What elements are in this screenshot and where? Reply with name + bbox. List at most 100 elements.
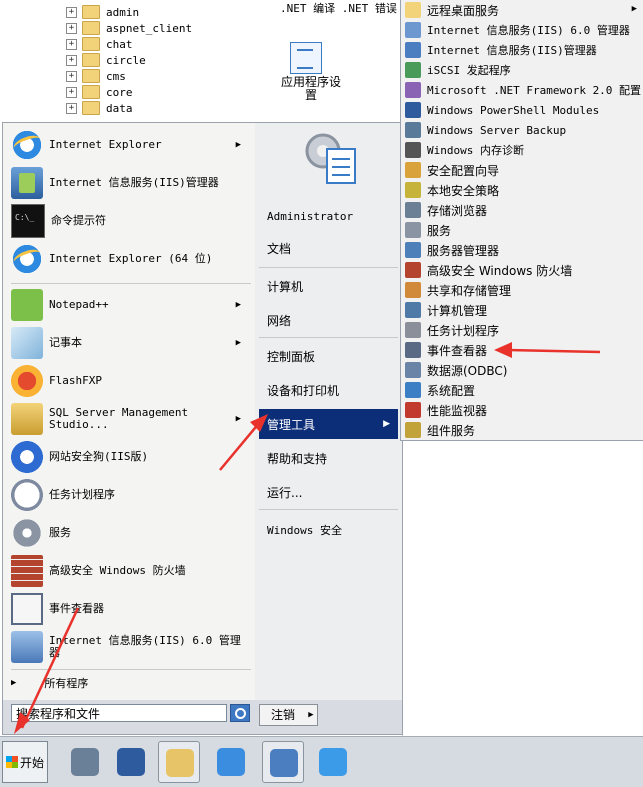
start-menu-place-item[interactable]: 控制面板 <box>259 341 398 371</box>
start-menu-item[interactable]: FlashFXP <box>11 363 251 399</box>
submenu-arrow-icon: ▶ <box>383 419 390 429</box>
folder-icon <box>82 37 100 51</box>
taskbar-button[interactable] <box>158 741 200 783</box>
search-icon[interactable] <box>230 704 250 722</box>
tree-folder-row[interactable]: + data <box>66 100 133 116</box>
application-settings-icon[interactable] <box>290 42 322 74</box>
taskbar-button[interactable] <box>64 741 106 783</box>
powershell-icon <box>405 102 421 118</box>
taskbar-button[interactable] <box>110 741 152 783</box>
shutdown-options-arrow-icon[interactable]: ▶ <box>305 704 318 726</box>
admin-tool-item[interactable]: 共享和存储管理 <box>403 280 641 300</box>
expand-plus-icon[interactable]: + <box>66 102 77 114</box>
tree-folder-row[interactable]: + aspnet_client <box>66 20 192 36</box>
start-menu-place-item[interactable]: 网络 <box>259 305 398 335</box>
start-menu-place-item[interactable]: 计算机 <box>259 271 398 301</box>
application-settings-label[interactable]: 应用程序设置 <box>276 76 346 102</box>
admin-tool-item[interactable]: 数据源(ODBC) <box>403 360 641 380</box>
start-menu-item[interactable]: 命令提示符 <box>11 203 251 239</box>
start-menu-item[interactable]: 记事本 ▶ <box>11 325 251 361</box>
start-menu-item[interactable]: Notepad++ ▶ <box>11 287 251 323</box>
tree-folder-label: chat <box>106 37 133 51</box>
admin-tool-item[interactable]: 系统配置 <box>403 380 641 400</box>
start-menu-place-item[interactable]: Windows 安全 <box>259 515 398 545</box>
event-viewer-icon <box>405 342 421 358</box>
start-menu-item-label: 服务 <box>49 526 71 539</box>
admin-tool-item[interactable]: 服务器管理器 <box>403 240 641 260</box>
flashfxp-icon <box>11 365 43 397</box>
admin-tool-item[interactable]: Windows Server Backup <box>403 120 641 140</box>
admin-tool-item[interactable]: 组件服务 <box>403 420 641 440</box>
start-menu-item[interactable]: Internet Explorer ▶ <box>11 127 251 163</box>
admin-tool-item[interactable]: 事件查看器 <box>403 340 641 360</box>
logoff-button[interactable]: 注销 <box>259 704 307 726</box>
admin-tool-label: iSCSI 发起程序 <box>427 64 511 77</box>
admin-tool-label: 高级安全 Windows 防火墙 <box>427 263 573 278</box>
admin-tool-label: 共享和存储管理 <box>427 283 512 298</box>
tree-folder-row[interactable]: + cms <box>66 68 126 84</box>
start-menu-item[interactable]: Internet 信息服务(IIS) 6.0 管理器 <box>11 629 251 665</box>
start-menu-item[interactable]: 任务计划程序 <box>11 477 251 513</box>
admin-tool-label: 计算机管理 <box>427 303 488 318</box>
admin-tool-item[interactable]: Microsoft .NET Framework 2.0 配置 <box>403 80 641 100</box>
admin-tool-item[interactable]: 任务计划程序 <box>403 320 641 340</box>
start-menu-item[interactable]: Internet 信息服务(IIS)管理器 <box>11 165 251 201</box>
start-button[interactable]: 开始 <box>2 741 48 783</box>
taskbar-button[interactable] <box>210 741 252 783</box>
all-programs-button[interactable]: ▶ 所有程序 <box>11 673 251 693</box>
start-menu-place-item[interactable]: 设备和打印机 <box>259 375 398 405</box>
admin-tool-item[interactable]: 存储浏览器 <box>403 200 641 220</box>
command-prompt-icon <box>11 204 45 238</box>
expand-plus-icon[interactable]: + <box>66 70 77 82</box>
expand-plus-icon[interactable]: + <box>66 6 77 18</box>
expand-plus-icon[interactable]: + <box>66 38 77 50</box>
tree-folder-row[interactable]: + admin <box>66 4 139 20</box>
start-menu-place-item[interactable]: Administrator <box>259 201 398 231</box>
admin-tool-item[interactable]: 性能监视器 <box>403 400 641 420</box>
place-item-label: 计算机 <box>267 279 304 294</box>
taskbar-button[interactable] <box>262 741 304 783</box>
admin-tool-item[interactable]: iSCSI 发起程序 <box>403 60 641 80</box>
admin-tool-item[interactable]: 本地安全策略 <box>403 180 641 200</box>
tree-folder-label: aspnet_client <box>106 21 193 35</box>
expand-plus-icon[interactable]: + <box>66 22 77 34</box>
folder-icon <box>82 53 100 67</box>
admin-tool-label: Microsoft .NET Framework 2.0 配置 <box>427 84 642 97</box>
start-menu-item[interactable]: SQL Server Management Studio... ▶ <box>11 401 251 437</box>
tree-folder-row[interactable]: + core <box>66 84 133 100</box>
start-menu-place-item[interactable]: 运行... <box>259 477 398 507</box>
admin-tools-picture-icon <box>305 133 356 184</box>
start-menu-place-item[interactable]: 管理工具 ▶ <box>259 409 398 439</box>
logoff-bar: 注销 ▶ <box>255 700 403 735</box>
start-menu-item[interactable]: 高级安全 Windows 防火墙 <box>11 553 251 589</box>
expand-plus-icon[interactable]: + <box>66 54 77 66</box>
tree-folder-row[interactable]: + chat <box>66 36 133 52</box>
expand-plus-icon[interactable]: + <box>66 86 77 98</box>
taskbar-button[interactable] <box>312 741 354 783</box>
start-menu-place-item[interactable]: 帮助和支持 <box>259 443 398 473</box>
start-menu-item[interactable]: 服务 <box>11 515 251 551</box>
admin-tool-item[interactable]: 高级安全 Windows 防火墙 <box>403 260 641 280</box>
admin-tool-item[interactable]: 安全配置向导 <box>403 160 641 180</box>
task-scheduler-icon <box>11 479 43 511</box>
iis-manager-icon <box>11 167 43 199</box>
iis-manager-icon <box>405 42 421 58</box>
admin-tool-item[interactable]: 服务 <box>403 220 641 240</box>
admin-tool-item[interactable]: Internet 信息服务(IIS)管理器 <box>403 40 641 60</box>
start-menu-item[interactable]: Internet Explorer (64 位) <box>11 241 251 277</box>
tree-folder-row[interactable]: + circle <box>66 52 146 68</box>
admin-tool-item[interactable]: 计算机管理 <box>403 300 641 320</box>
start-menu-place-item[interactable]: 文档 <box>259 233 398 263</box>
admin-tool-item[interactable]: 远程桌面服务 ▶ <box>403 0 641 20</box>
start-menu-item-label: FlashFXP <box>49 374 102 387</box>
admin-tool-item[interactable]: Windows 内存诊断 <box>403 140 641 160</box>
search-input[interactable]: 搜索程序和文件 <box>11 704 227 722</box>
start-menu-item[interactable]: 网站安全狗(IIS版) <box>11 439 251 475</box>
admin-tool-item[interactable]: Internet 信息服务(IIS) 6.0 管理器 <box>403 20 641 40</box>
start-menu-item[interactable]: 事件查看器 <box>11 591 251 627</box>
admin-tool-item[interactable]: Windows PowerShell Modules <box>403 100 641 120</box>
baidu-netdisk-icon <box>319 748 347 776</box>
folder-icon <box>82 101 100 115</box>
place-item-label: 帮助和支持 <box>267 451 328 466</box>
folder-tree: + admin + aspnet_client + chat + circle + cms + cor… <box>0 0 251 122</box>
